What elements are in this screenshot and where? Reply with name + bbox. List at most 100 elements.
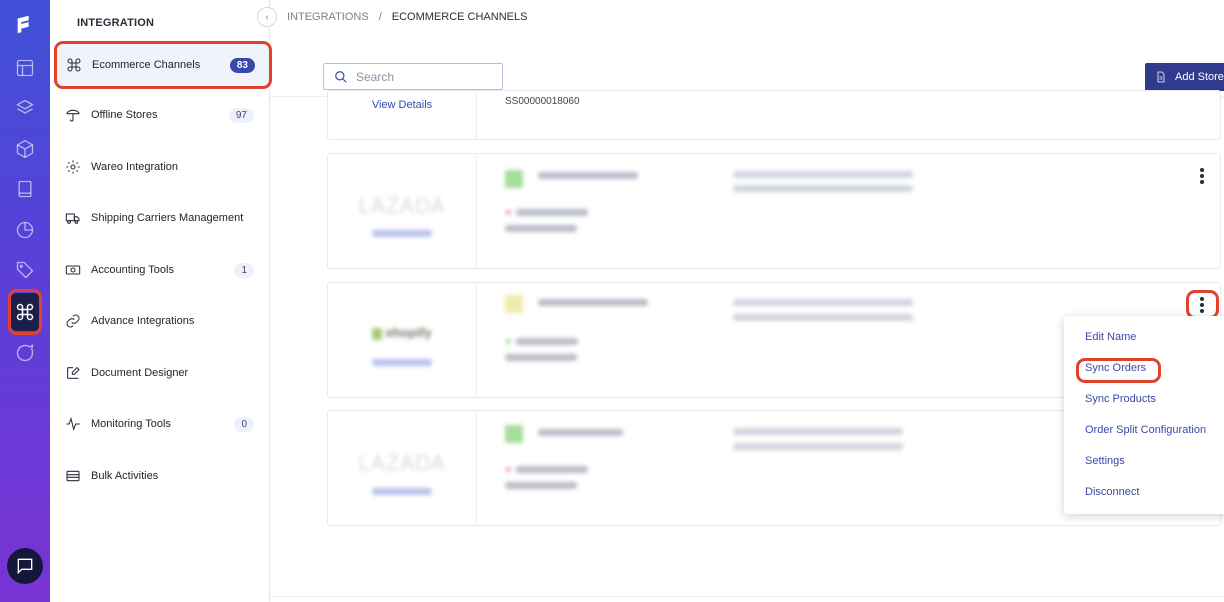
breadcrumb: INTEGRATIONS / ECOMMERCE CHANNELS (287, 11, 527, 23)
layers-icon[interactable] (13, 96, 37, 120)
sidebar-item-monitoring-tools[interactable]: Monitoring Tools 0 (56, 403, 268, 445)
search-box (323, 63, 503, 90)
last-order-sync-placeholder (733, 171, 913, 178)
breadcrumb-current: ECOMMERCE CHANNELS (391, 11, 528, 23)
shopify-logo: shopify (372, 325, 432, 340)
store-avatar (505, 170, 523, 188)
lazada-logo: LAZADA (358, 451, 446, 475)
card-divider (476, 154, 477, 268)
count-badge: 97 (228, 107, 254, 123)
store-name-placeholder (538, 299, 648, 306)
store-avatar (505, 295, 523, 313)
store-name-placeholder (538, 172, 638, 179)
tag-icon[interactable] (13, 258, 37, 282)
sidebar-item-label: Ecommerce Channels (92, 59, 201, 71)
status-dot (506, 210, 511, 215)
last-product-sync-placeholder (733, 185, 913, 192)
sidebar-item-advance-integrations[interactable]: Advance Integrations (56, 300, 268, 342)
integration-command-icon[interactable] (11, 293, 39, 331)
view-details-placeholder[interactable] (372, 359, 432, 366)
last-order-sync-placeholder (733, 299, 913, 306)
document-icon (1157, 71, 1165, 83)
sidebar-item-accounting-tools[interactable]: Accounting Tools 1 (56, 249, 268, 291)
more-options-icon[interactable] (1196, 168, 1208, 184)
store-id-placeholder (505, 225, 577, 232)
sidebar-item-label: Bulk Activities (91, 470, 159, 482)
pie-chart-icon[interactable] (13, 218, 37, 242)
menu-item-sync-orders[interactable]: Sync Orders (1085, 362, 1146, 374)
count-badge: 1 (234, 262, 254, 278)
command-icon (65, 56, 83, 74)
sidebar-item-label: Monitoring Tools (91, 418, 171, 430)
status-placeholder (516, 338, 578, 345)
activity-icon (64, 415, 82, 433)
count-badge: 0 (234, 416, 254, 432)
store-id-placeholder (505, 482, 577, 489)
store-icon (64, 106, 82, 124)
list-icon (64, 467, 82, 485)
sidebar-heading: INTEGRATION (77, 17, 155, 29)
sidebar-item-offline-stores[interactable]: Offline Stores 97 (56, 94, 268, 136)
cash-icon (64, 261, 82, 279)
menu-item-order-split-configuration[interactable]: Order Split Configuration (1085, 424, 1206, 436)
last-product-sync-placeholder (733, 314, 913, 321)
status-placeholder (516, 466, 588, 473)
store-options-menu: Edit Name Sync Orders Sync Products Orde… (1064, 316, 1224, 514)
sidebar-item-label: Wareo Integration (91, 161, 179, 173)
sidebar-item-document-designer[interactable]: Document Designer (56, 352, 268, 394)
integration-sidebar: INTEGRATION Ecommerce Channels 83 Offlin… (50, 0, 272, 602)
footer-divider (270, 596, 1224, 597)
store-avatar (505, 425, 523, 443)
last-product-sync-placeholder (733, 443, 903, 450)
box-icon[interactable] (13, 137, 37, 161)
sidebar-item-label: Offline Stores (91, 109, 158, 121)
sidebar-item-wareo-integration[interactable]: Wareo Integration (56, 146, 268, 188)
card-divider (476, 283, 477, 397)
collapse-sidebar-button[interactable]: ‹ (257, 7, 277, 27)
breadcrumb-separator: / (378, 11, 382, 23)
status-placeholder (516, 209, 588, 216)
store-id: SS00000018060 (505, 96, 580, 107)
status-dot (506, 467, 511, 472)
truck-icon (64, 209, 82, 227)
menu-item-sync-products[interactable]: Sync Products (1085, 393, 1156, 405)
menu-item-disconnect[interactable]: Disconnect (1085, 486, 1139, 498)
chat-support-icon[interactable] (7, 548, 43, 584)
search-icon (335, 70, 347, 83)
view-details-placeholder[interactable] (372, 230, 432, 237)
sidebar-item-shipping-carriers[interactable]: Shipping Carriers Management (56, 197, 268, 239)
app-logo-icon[interactable] (13, 12, 37, 36)
sidebar-item-bulk-activities[interactable]: Bulk Activities (56, 455, 268, 497)
view-details-link[interactable]: View Details (328, 99, 476, 111)
message-icon[interactable] (13, 341, 37, 365)
sidebar-item-label: Accounting Tools (91, 264, 174, 276)
sidebar-item-ecommerce-channels[interactable]: Ecommerce Channels 83 (54, 41, 272, 89)
store-card: LAZADA (327, 153, 1221, 269)
app-rail (0, 0, 50, 602)
menu-item-settings[interactable]: Settings (1085, 455, 1125, 467)
sidebar-item-label: Document Designer (91, 367, 189, 379)
book-icon[interactable] (13, 177, 37, 201)
more-options-icon[interactable] (1196, 297, 1208, 313)
layout-icon[interactable] (13, 56, 37, 80)
sidebar-item-label: Advance Integrations (91, 315, 195, 327)
count-badge: 83 (229, 57, 255, 73)
gear-icon (64, 158, 82, 176)
card-divider (476, 91, 477, 139)
view-details-placeholder[interactable] (372, 488, 432, 495)
link-icon (64, 312, 82, 330)
store-name-placeholder (538, 429, 623, 436)
search-input[interactable] (356, 69, 496, 84)
card-divider (476, 411, 477, 525)
store-card: View Details SS00000018060 (327, 90, 1221, 140)
last-order-sync-placeholder (733, 428, 903, 435)
store-id-placeholder (505, 354, 577, 361)
lazada-logo: LAZADA (358, 194, 446, 218)
breadcrumb-parent-link[interactable]: INTEGRATIONS (287, 11, 369, 23)
add-store-button[interactable]: Add Store (1145, 63, 1224, 91)
menu-item-edit-name[interactable]: Edit Name (1085, 331, 1136, 343)
status-dot (506, 339, 511, 344)
add-store-label: Add Store (1175, 71, 1224, 83)
sidebar-item-label: Shipping Carriers Management (91, 212, 244, 224)
edit-icon (64, 364, 82, 382)
